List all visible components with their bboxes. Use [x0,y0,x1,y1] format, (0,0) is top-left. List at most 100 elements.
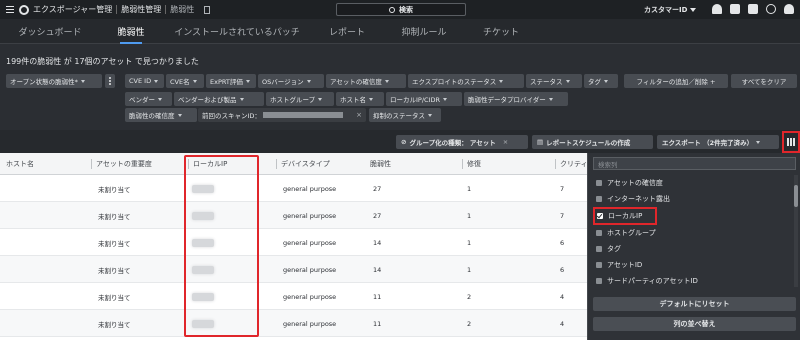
filter-cve-id[interactable]: CVE ID [125,74,164,88]
tab-suppression-rules[interactable]: 抑制ルール [382,19,466,44]
global-search-button[interactable]: 検索 [336,3,466,16]
filter-host-group[interactable]: ホストグループ [266,92,334,106]
filter-label: CVE名 [170,78,190,86]
filter-vendor-product[interactable]: ベンダーおよび製品 [174,92,264,106]
filter-label: ローカルIP/CIDR [390,96,441,104]
columns-icon[interactable] [782,131,800,153]
filter-last-scan-id[interactable]: 前回のスキャンID： × [198,108,366,122]
chevron-down-icon [384,79,389,83]
create-report-schedule-button[interactable]: ▤ レポートスケジュールの作成 [532,135,653,149]
filter-open-state[interactable]: オープン状態の脆弱性* [6,74,102,88]
tab-tickets[interactable]: チケット [466,19,536,44]
chevron-down-icon [192,79,197,83]
header-remediation[interactable]: 修復 [462,153,481,175]
asset-criticality-cell: 未割り当て [98,212,131,221]
bell-icon[interactable] [712,4,722,14]
header-vulnerabilities[interactable]: 脆弱性 [370,153,391,175]
filter-tags[interactable]: タグ [584,74,618,88]
close-icon[interactable]: × [503,138,508,146]
tab-installed-patches[interactable]: インストールされているパッチ [162,19,312,44]
gift-icon[interactable] [730,4,740,14]
remediation-cell: 2 [467,292,472,301]
filter-os-version[interactable]: OSバージョン [258,74,324,88]
reset-defaults-button[interactable]: デフォルトにリセット [593,297,796,311]
filter-data-provider[interactable]: 脆弱性データプロバイダー [464,92,568,106]
user-icon[interactable] [784,4,794,14]
help-icon[interactable] [766,4,776,14]
critical-cell: 4 [560,292,565,301]
tab-dashboard[interactable]: ダッシュボード [0,19,100,44]
checkbox[interactable] [596,230,602,236]
add-remove-filter-button[interactable]: フィルターの追加／削除 + [624,74,728,88]
asset-criticality-cell: 未割り当て [98,293,131,302]
filter-vendor[interactable]: ベンダー [125,92,172,106]
remediation-cell: 2 [467,319,472,328]
column-option-asset-id[interactable]: アセットID [593,257,789,273]
remediation-cell: 1 [467,265,472,274]
column-option-third-party-asset-id[interactable]: サードパーティのアセットID [593,273,789,289]
column-option-internet-exposure[interactable]: インターネット露出 [593,191,789,207]
header-label: アセットの重要度 [96,160,152,168]
customer-selector[interactable]: カスタマーID [644,0,697,19]
critical-cell: 4 [560,319,565,328]
scrollbar[interactable] [794,175,798,287]
critical-cell: 6 [560,238,565,247]
filter-label: 前回のスキャンID： [202,112,261,120]
scrollbar-thumb[interactable] [794,185,798,207]
column-option-tags[interactable]: タグ [593,241,789,257]
device-type-cell: general purpose [283,184,337,193]
filter-asset-confidence[interactable]: アセットの確信度 [326,74,406,88]
filter-exploit-status[interactable]: エクスプロイトのステータス [408,74,524,88]
checkbox[interactable] [596,196,602,202]
filter-exprt-rating[interactable]: ExPRT評価 [206,74,256,88]
vulnerabilities-cell: 27 [373,184,382,193]
header-device-type[interactable]: デバイスタイプ [276,153,330,175]
filter-label: ステータス [530,78,563,86]
checkbox[interactable] [596,278,602,284]
clear-all-button[interactable]: すべてをクリア [731,74,797,88]
local-ip-column-highlight [184,155,259,337]
column-option-asset-confidence[interactable]: アセットの確信度 [593,175,789,191]
more-options-icon[interactable] [105,74,115,88]
filter-local-ip[interactable]: ローカルIP/CIDR [386,92,462,106]
filter-hostname[interactable]: ホスト名 [336,92,384,106]
header-critical[interactable]: クリティ [555,153,588,175]
tab-reports[interactable]: レポート [312,19,382,44]
ai-assistant-icon[interactable] [748,4,758,14]
column-option-label: ホストグループ [607,229,656,237]
bookmark-icon[interactable] [204,5,211,14]
app-title[interactable]: エクスポージャー管理 [33,4,112,15]
column-search-input[interactable]: 検索列 [593,157,796,170]
logo-icon [19,4,29,15]
breadcrumb-section[interactable]: 脆弱性管理 [121,4,161,15]
column-option-local-ip[interactable]: ローカルIP [593,207,657,225]
chevron-down-icon [239,97,244,101]
checkbox[interactable] [596,262,602,268]
divider [165,5,167,14]
device-type-cell: general purpose [283,265,337,274]
reorder-columns-button[interactable]: 列の並べ替え [593,317,796,331]
export-button[interactable]: エクスポート （2件完了済み） [657,135,779,149]
header-hostname[interactable]: ホスト名 [6,153,34,175]
filter-cve-name[interactable]: CVE名 [166,74,204,88]
filter-vuln-confidence[interactable]: 脆弱性の確信度 [125,108,197,122]
group-by-label: グループ化の種類： アセット [409,139,496,147]
calendar-icon: ▤ [537,138,544,146]
remediation-cell: 1 [467,184,472,193]
checkbox[interactable] [597,213,603,219]
close-icon[interactable]: × [356,111,362,119]
menu-icon[interactable] [3,0,17,19]
filter-suppression-status[interactable]: 抑制のステータス [369,108,441,122]
column-option-host-group[interactable]: ホストグループ [593,225,789,241]
chevron-down-icon [565,79,570,83]
filter-status[interactable]: ステータス [526,74,582,88]
tab-vulnerabilities[interactable]: 脆弱性 [100,19,162,44]
checkbox[interactable] [596,246,602,252]
filter-label: ベンダー [129,96,155,104]
schedule-label: レポートスケジュールの作成 [546,139,631,147]
checkbox[interactable] [596,180,602,186]
group-by-button[interactable]: ⊘ グループ化の種類： アセット × [396,135,528,149]
vulnerabilities-cell: 14 [373,265,382,274]
header-asset-criticality[interactable]: アセットの重要度 [91,153,152,175]
critical-cell: 7 [560,184,565,193]
